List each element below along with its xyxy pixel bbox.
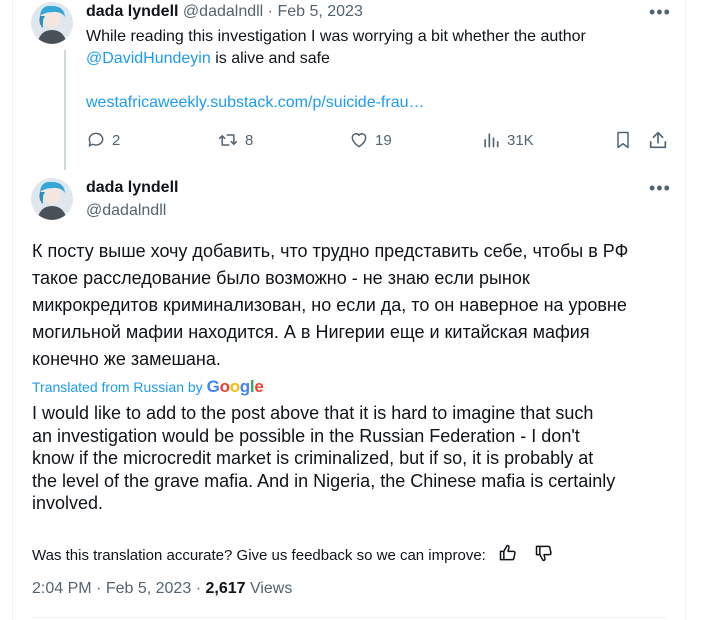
tweet-full-date[interactable]: Feb 5, 2023 xyxy=(106,580,191,597)
bookmark-icon[interactable] xyxy=(613,130,633,155)
translation-line: involved. xyxy=(32,493,104,513)
translation-line: I would like to add to the post above th… xyxy=(32,403,594,423)
views-separator: · xyxy=(195,580,202,597)
original-line: конечно же замешана. xyxy=(32,349,221,369)
translation-line: know if the microcredit market is crimin… xyxy=(32,448,594,468)
retweet-count: 8 xyxy=(245,131,254,149)
views-number: 2,617 xyxy=(205,580,246,597)
reply-tweet-header: dada lyndell @dadalndll · Feb 5, 2023 xyxy=(86,3,363,21)
thumbs-up-icon[interactable] xyxy=(498,543,518,567)
translation-feedback: Was this translation accurate? Give us f… xyxy=(32,543,554,567)
main-more-options-icon[interactable]: ••• xyxy=(649,179,671,197)
tweet-thread: dada lyndell @dadalndll · Feb 5, 2023 ••… xyxy=(12,0,686,620)
original-line: микрокредитов криминализован, но если да… xyxy=(32,295,627,315)
heart-icon xyxy=(349,130,369,150)
separator-dot: · xyxy=(267,3,273,20)
tweet-date[interactable]: Feb 5, 2023 xyxy=(277,3,362,20)
translation-line: an investigation would be possible in th… xyxy=(32,425,580,446)
author-handle[interactable]: @dadalndll xyxy=(183,3,263,20)
reply-count: 2 xyxy=(112,131,121,149)
timestamp-separator: · xyxy=(96,580,102,597)
tweet-time[interactable]: 2:04 PM xyxy=(32,580,92,597)
avatar[interactable] xyxy=(31,2,73,44)
original-line: такое расследование было возможно - не з… xyxy=(32,268,530,288)
retweet-icon xyxy=(217,130,239,150)
url-link[interactable]: westafricaweekly.substack.com/p/suicide-… xyxy=(86,92,666,114)
main-author-name[interactable]: dada lyndell xyxy=(86,179,178,197)
main-author-handle[interactable]: @dadalndll xyxy=(86,202,166,220)
share-icon[interactable] xyxy=(647,129,669,156)
original-text: К посту выше хочу добавить, что трудно п… xyxy=(32,238,672,373)
mention-link[interactable]: @DavidHundeyin xyxy=(86,50,211,67)
like-count: 19 xyxy=(375,131,392,149)
reply-text-line2: is alive and safe xyxy=(210,50,330,67)
views-label: Views xyxy=(249,580,293,597)
more-options-icon[interactable]: ••• xyxy=(649,3,671,21)
feedback-prompt: Was this translation accurate? Give us f… xyxy=(32,546,486,564)
reply-tweet-text: While reading this investigation I was w… xyxy=(86,26,666,114)
original-line: могильной мафии находится. А в Нигерии е… xyxy=(32,322,590,342)
original-line: К посту выше хочу добавить, что трудно п… xyxy=(32,241,629,261)
analytics-icon xyxy=(481,130,501,150)
thread-connector-line xyxy=(64,50,66,170)
like-button[interactable]: 19 xyxy=(349,130,392,150)
thumbs-down-icon[interactable] xyxy=(534,543,554,567)
divider xyxy=(32,617,666,618)
author-name[interactable]: dada lyndell xyxy=(86,3,178,20)
reply-text-line1: While reading this investigation I was w… xyxy=(86,28,586,45)
retweet-button[interactable]: 8 xyxy=(217,130,253,150)
translated-text: I would like to add to the post above th… xyxy=(32,402,682,515)
translated-from-label: Translated from Russian by xyxy=(32,379,203,395)
translation-line: the level of the grave mafia. And in Nig… xyxy=(32,470,616,491)
google-logo: Google xyxy=(206,377,264,396)
views-button[interactable]: 31K xyxy=(481,130,534,150)
reply-icon xyxy=(86,130,106,150)
views-count: 31K xyxy=(507,131,534,149)
tweet-timestamp-row: 2:04 PM · Feb 5, 2023 · 2,617 Views xyxy=(32,580,292,598)
main-avatar[interactable] xyxy=(31,178,73,220)
translation-attribution[interactable]: Translated from Russian by Google xyxy=(32,377,264,397)
reply-button[interactable]: 2 xyxy=(86,130,120,150)
